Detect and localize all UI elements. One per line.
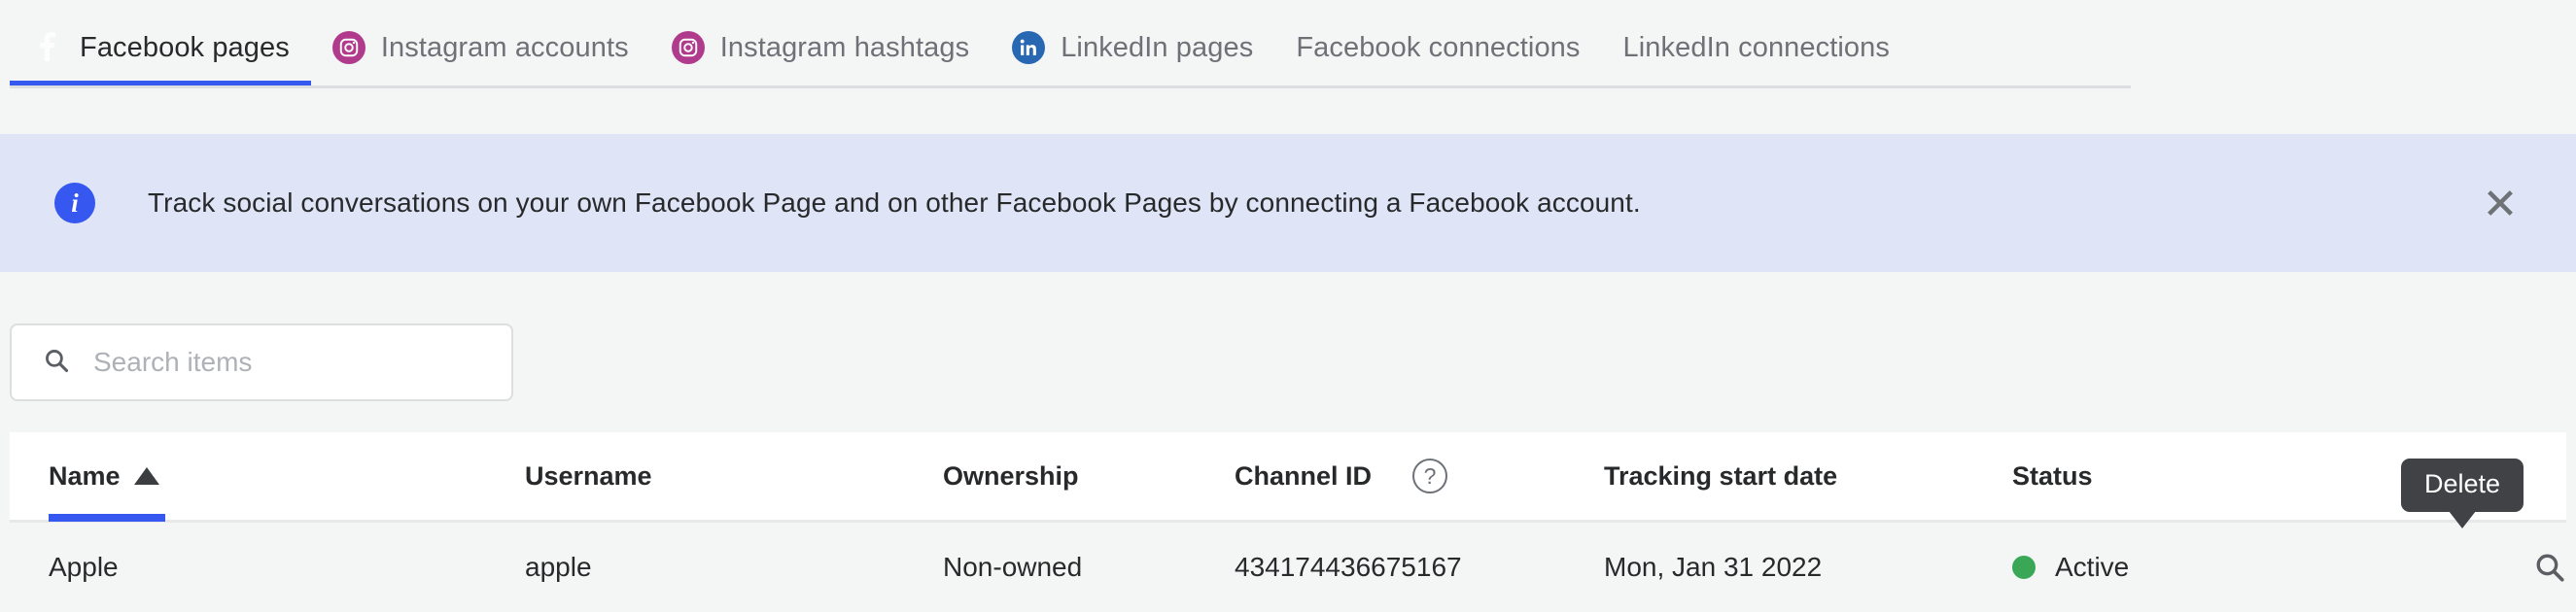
facebook-icon	[31, 31, 64, 64]
tab-label: Instagram hashtags	[719, 31, 970, 63]
tab-label: LinkedIn pages	[1061, 31, 1254, 63]
info-icon: i	[54, 183, 95, 223]
tab-instagram-accounts[interactable]: Instagram accounts	[311, 8, 650, 87]
tab-label: Instagram accounts	[380, 31, 629, 63]
tab-facebook-connections[interactable]: Facebook connections	[1274, 8, 1601, 87]
status-dot-icon	[2012, 556, 2036, 579]
column-header-label: Username	[525, 460, 652, 491]
status-badge: Active	[2055, 552, 2130, 582]
info-banner-message: Track social conversations on your own F…	[148, 187, 1641, 218]
cell-name: Apple	[49, 552, 119, 582]
cell-channel-id: 434174436675167	[1235, 552, 1462, 582]
cell-actions	[2352, 543, 2576, 592]
sort-indicator-bar	[49, 513, 165, 522]
column-header-name[interactable]: Name	[10, 431, 525, 522]
delete-tooltip: Delete	[2401, 459, 2524, 528]
table-header-row: Name Username Ownership Channel ID ? Tra…	[10, 432, 2566, 523]
tab-label: Facebook connections	[1296, 31, 1581, 63]
column-header-channel-id[interactable]: Channel ID ?	[1235, 431, 1604, 522]
cell-status: Active	[2012, 552, 2352, 583]
instagram-icon	[331, 31, 366, 64]
view-search-icon[interactable]	[2525, 543, 2574, 592]
channels-table: Name Username Ownership Channel ID ? Tra…	[10, 432, 2566, 612]
column-header-ownership[interactable]: Ownership	[943, 431, 1235, 522]
cell-ownership: Non-owned	[943, 552, 1083, 582]
column-header-tracking-start-date[interactable]: Tracking start date	[1604, 431, 2012, 522]
close-icon[interactable]	[2475, 178, 2525, 228]
cell-username: apple	[525, 552, 592, 582]
sort-ascending-icon	[133, 467, 159, 485]
column-header-label: Tracking start date	[1604, 460, 1838, 491]
tab-label: Facebook pages	[80, 31, 290, 63]
column-header-label: Status	[2012, 460, 2093, 491]
search-input[interactable]	[93, 347, 482, 378]
tab-instagram-hashtags[interactable]: Instagram hashtags	[650, 8, 992, 87]
search-icon	[43, 347, 70, 379]
column-header-username[interactable]: Username	[525, 431, 943, 522]
tab-facebook-pages[interactable]: Facebook pages	[10, 8, 311, 87]
tab-linkedin-connections[interactable]: LinkedIn connections	[1602, 8, 1911, 87]
column-header-label: Channel ID	[1235, 460, 1373, 491]
tab-bar: Facebook pages Instagram accounts Instag…	[0, 0, 2576, 87]
table-row[interactable]: Apple apple Non-owned 434174436675167 Mo…	[10, 523, 2566, 612]
help-icon[interactable]: ?	[1412, 459, 1448, 493]
column-header-status[interactable]: Status	[2012, 431, 2352, 522]
tab-linkedin-pages[interactable]: LinkedIn pages	[991, 8, 1274, 87]
instagram-icon	[671, 31, 705, 64]
linkedin-icon	[1012, 31, 1046, 64]
info-banner: i Track social conversations on your own…	[0, 134, 2576, 272]
cell-tracking-start-date: Mon, Jan 31 2022	[1604, 552, 1823, 582]
search-box[interactable]	[10, 323, 513, 401]
tab-label: LinkedIn connections	[1622, 31, 1890, 63]
column-header-label: Ownership	[943, 460, 1079, 491]
column-header-label: Name	[49, 460, 121, 491]
tab-bar-divider	[10, 85, 2131, 88]
